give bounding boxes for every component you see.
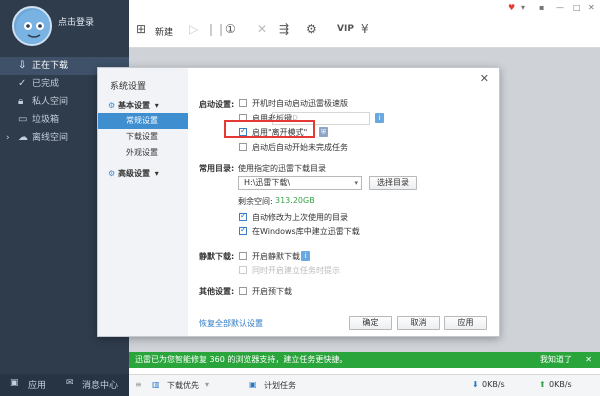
- download-path-select[interactable]: H:\迅雷下载\ ▾: [238, 176, 362, 190]
- gift-icon[interactable]: ♥: [508, 3, 515, 12]
- pre-download-label: 开启预下载: [252, 287, 292, 296]
- chevron-down-icon: ▾: [154, 101, 159, 110]
- gear-icon: ⚙: [108, 169, 116, 178]
- notice-bar: 迅雷已为您智能修复 360 的浏览器支持，建立任务更快捷。 我知道了 ✕: [129, 352, 600, 368]
- new-task-icon[interactable]: ⊞: [136, 22, 146, 36]
- ok-button[interactable]: 确定: [349, 316, 392, 330]
- silent-download-label: 静默下载:: [199, 252, 235, 261]
- auto-start-label: 开机时自动启动迅雷极速版: [252, 99, 348, 108]
- close-icon[interactable]: ✕: [588, 3, 595, 12]
- chevron-down-icon[interactable]: ▾: [205, 380, 209, 389]
- speed-limit-icon[interactable]: ①: [225, 22, 236, 36]
- pre-download-checkbox[interactable]: [239, 287, 247, 295]
- chevron-down-icon: ▾: [154, 169, 159, 178]
- minimize-icon[interactable]: —: [556, 3, 564, 12]
- plan-task-button[interactable]: 计划任务: [264, 380, 296, 391]
- shield-icon[interactable]: ⛨: [319, 127, 328, 137]
- pause-icon[interactable]: ❙❙: [206, 22, 226, 36]
- up-arrow-icon: ⬆: [539, 380, 546, 389]
- auto-modify-dir-checkbox[interactable]: [239, 211, 247, 221]
- silent-prompt-label: 同时开启建立任务时提示: [252, 266, 340, 275]
- new-task-button[interactable]: 新建: [155, 25, 173, 38]
- offline-mode-label: 启用"离开模式": [252, 128, 308, 137]
- other-settings-label: 其他设置:: [199, 287, 235, 296]
- skin-icon[interactable]: ▪: [539, 3, 544, 12]
- download-priority-button[interactable]: 下载优先: [167, 380, 199, 391]
- silent-prompt-checkbox: [239, 266, 247, 274]
- settings-nav: 系统设置 ⚙ 基本设置 ▾ 常规设置 下载设置 外观设置 ⚙ 高级设置 ▾: [98, 68, 188, 336]
- close-icon[interactable]: ✕: [585, 352, 592, 368]
- auto-resume-checkbox[interactable]: [239, 143, 247, 151]
- delete-icon[interactable]: ✕: [257, 22, 267, 36]
- dialog-close-icon[interactable]: ✕: [480, 72, 489, 85]
- download-speed: 0KB/s: [482, 380, 505, 389]
- free-space-value: 313.20GB: [275, 196, 315, 205]
- apps-icon: ▣: [10, 378, 19, 388]
- choose-dir-button[interactable]: 选择目录: [369, 176, 417, 190]
- sidebar-item-label: 正在下载: [32, 61, 69, 71]
- message-icon: ✉: [66, 378, 74, 388]
- settings-item-general[interactable]: 常规设置: [98, 113, 188, 129]
- message-center-button[interactable]: 消息中心: [82, 378, 118, 391]
- sidebar-item-label: 离线空间: [32, 133, 69, 143]
- clock-icon: ▣: [249, 380, 257, 389]
- vip-icon[interactable]: VIP: [337, 24, 354, 34]
- start-icon[interactable]: ▷: [189, 22, 198, 36]
- status-bar: ≡ ▥ 下载优先 ▾ ▣ 计划任务 ⬇ 0KB/s ⬆ 0KB/s: [129, 374, 600, 396]
- sidebar-item-label: 私人空间: [32, 97, 69, 107]
- notice-text: 迅雷已为您智能修复 360 的浏览器支持，建立任务更快捷。: [135, 355, 348, 364]
- menu-icon[interactable]: ≡: [135, 380, 142, 389]
- currency-icon[interactable]: ¥: [361, 22, 369, 36]
- offline-mode-checkbox[interactable]: [239, 126, 247, 136]
- info-icon[interactable]: i: [301, 251, 310, 261]
- silent-download-option: 开启静默下载: [252, 252, 300, 261]
- apps-button[interactable]: 应用: [28, 378, 46, 391]
- avatar[interactable]: [12, 6, 52, 46]
- download-priority-icon: ▥: [152, 380, 160, 389]
- common-dir-label: 常用目录:: [199, 164, 235, 173]
- chevron-down-icon: ▾: [354, 179, 358, 187]
- settings-section-basic[interactable]: ⚙ 基本设置 ▾: [108, 100, 159, 111]
- login-link[interactable]: 点击登录: [58, 15, 94, 28]
- chevron-right-icon: ›: [6, 133, 10, 143]
- dialog-title: 系统设置: [110, 82, 147, 92]
- auto-resume-label: 启动后自动开始未完成任务: [252, 143, 348, 152]
- toolbar: ⊞ 新建 ▷ ❙❙ ① ✕ ⇶ ⚙ VIP ¥: [129, 12, 600, 48]
- settings-item-appearance[interactable]: 外观设置: [98, 145, 188, 161]
- auto-start-checkbox[interactable]: [239, 99, 247, 107]
- info-icon[interactable]: i: [375, 113, 384, 123]
- cloud-icon: ☁: [18, 132, 28, 143]
- startup-label: 启动设置:: [199, 100, 235, 109]
- notice-dismiss-link[interactable]: 我知道了: [540, 352, 572, 368]
- sidebar-item-label: 垃圾箱: [32, 115, 60, 125]
- down-arrow-icon: ⬇: [472, 380, 479, 389]
- open-folder-icon[interactable]: ⇶: [279, 22, 289, 36]
- sidebar-bottom-bar: ▣ 应用 ✉ 消息中心: [0, 374, 129, 396]
- silent-download-checkbox[interactable]: [239, 252, 247, 260]
- settings-icon[interactable]: ⚙: [306, 22, 317, 36]
- title-bar: ♥ ▾ ▪ — □ ✕: [129, 0, 600, 12]
- cancel-button[interactable]: 取消: [397, 316, 440, 330]
- menu-icon[interactable]: ▾: [521, 3, 525, 12]
- windows-library-checkbox[interactable]: [239, 225, 247, 235]
- restore-defaults-link[interactable]: 恢复全部默认设置: [199, 318, 263, 329]
- sidebar-item-label: 已完成: [32, 79, 60, 89]
- auto-modify-dir-label: 自动修改为上次使用的目录: [252, 213, 348, 222]
- trash-icon: ▭: [18, 114, 28, 125]
- maximize-icon[interactable]: □: [573, 3, 581, 12]
- gear-icon: ⚙: [108, 101, 116, 110]
- settings-item-download[interactable]: 下载设置: [98, 129, 188, 145]
- upload-speed: 0KB/s: [549, 380, 572, 389]
- apply-button[interactable]: 应用: [444, 316, 487, 330]
- free-space-label: 剩余空间:: [238, 197, 273, 206]
- download-icon: ⇩: [18, 60, 27, 71]
- windows-library-label: 在Windows库中建立迅雷下载: [252, 227, 360, 236]
- common-dir-desc: 使用指定的迅雷下载目录: [238, 164, 326, 173]
- settings-section-advanced[interactable]: ⚙ 高级设置 ▾: [108, 168, 159, 179]
- check-circle-icon: ✓: [18, 78, 27, 89]
- lock-icon: 🔒︎: [18, 96, 24, 107]
